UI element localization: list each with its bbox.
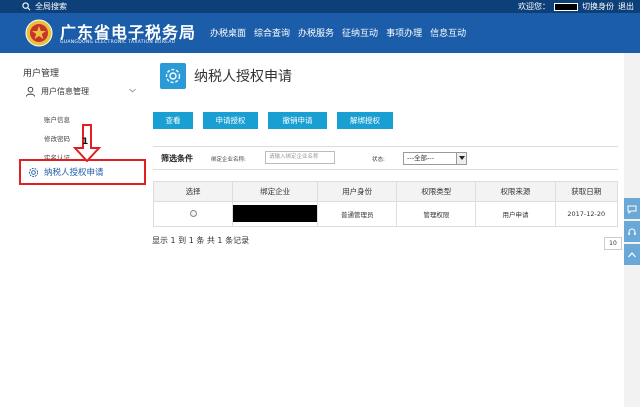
column-header-source: 权限来源 [475, 181, 556, 202]
view-button[interactable]: 查看 [153, 112, 193, 129]
page-title: 纳税人授权申请 [194, 69, 292, 85]
tax-emblem-icon[interactable] [24, 18, 54, 48]
identity-cell: 普通管理员 [317, 201, 398, 227]
user-area: 欢迎您： 切换身份 退出 [518, 1, 634, 12]
column-header-permission-type: 权限类型 [396, 181, 477, 202]
nav-item[interactable]: 征纳互动 [342, 26, 378, 39]
status-select-value: ---全部--- [407, 154, 435, 162]
sidebar-title: 用户管理 [23, 69, 60, 79]
sidebar-item-change-password[interactable]: 修改密码 [44, 133, 70, 143]
select-cell [152, 201, 234, 227]
chevron-up-icon [628, 251, 636, 257]
status-select[interactable]: ---全部--- [403, 152, 467, 165]
enterprise-redacted [233, 204, 318, 222]
nav-item[interactable]: 事项办理 [386, 26, 422, 39]
brand-subtitle: GUANGDONG ELECTRONIC TAXATION BUREAU [60, 40, 176, 45]
enterprise-cell [232, 201, 319, 227]
chat-icon [627, 205, 637, 214]
enterprise-name-input[interactable]: 请输入绑定企业名称 [265, 151, 335, 164]
page-size-select[interactable]: 10 [604, 237, 622, 250]
row-radio[interactable] [189, 209, 197, 217]
cancel-application-button[interactable]: 撤销申请 [268, 112, 327, 129]
gear-icon [165, 68, 181, 84]
switch-identity-link[interactable]: 切换身份 [582, 1, 614, 12]
unbind-authorization-button[interactable]: 解绑授权 [337, 112, 393, 129]
apply-authorization-button[interactable]: 申请授权 [203, 112, 258, 129]
enterprise-name-label: 绑定企业名称: [211, 157, 246, 163]
chat-tool[interactable] [624, 198, 640, 219]
search-icon [22, 2, 31, 11]
welcome-text: 欢迎您： [518, 2, 550, 11]
table-header-row: 选择 绑定企业 用户身份 权限类型 权限来源 获取日期 [152, 181, 618, 202]
sidebar-item-taxpayer-authorization[interactable]: 纳税人授权申请 [19, 159, 146, 185]
main-panel: 纳税人授权申请 查看 申请授权 撤销申请 解绑授权 筛选条件 绑定企业名称: 请… [146, 53, 624, 407]
top-bar: 全局搜索 欢迎您： 切换身份 退出 [0, 0, 640, 13]
sidebar-group-label: 用户信息管理 [41, 87, 89, 96]
logout-link[interactable]: 退出 [618, 1, 634, 12]
chevron-down-icon [129, 88, 136, 93]
table-row[interactable]: 普通管理员 管理权限 用户申请 2017-12-20 [152, 201, 618, 227]
permission-type-cell: 管理权限 [396, 201, 477, 227]
sidebar-item-account-info[interactable]: 账户信息 [44, 114, 70, 124]
pagination-summary: 显示 1 到 1 条 共 1 条记录 [152, 236, 250, 245]
page-icon [160, 63, 186, 89]
column-header-date: 获取日期 [554, 181, 618, 202]
status-label: 状态: [372, 157, 385, 163]
username-redacted [554, 2, 578, 11]
nav-item[interactable]: 综合查询 [254, 26, 290, 39]
filter-label: 筛选条件 [161, 154, 193, 163]
authorization-table: 选择 绑定企业 用户身份 权限类型 权限来源 获取日期 普通管理员 管理权限 用… [152, 181, 618, 227]
column-header-identity: 用户身份 [317, 181, 398, 202]
date-cell: 2017-12-20 [554, 201, 618, 227]
gear-icon [28, 167, 39, 177]
source-cell: 用户申请 [475, 201, 556, 227]
site-header: 广东省电子税务局 GUANGDONG ELECTRONIC TAXATION B… [0, 13, 640, 53]
nav-item[interactable]: 办税服务 [298, 26, 334, 39]
user-icon [25, 86, 36, 97]
headset-icon [628, 228, 636, 235]
main-nav: 办税桌面 综合查询 办税服务 征纳互动 事项办理 信息互动 [210, 26, 466, 39]
global-search[interactable]: 全局搜索 [22, 1, 67, 12]
back-to-top-tool[interactable] [624, 244, 640, 265]
global-search-label: 全局搜索 [35, 2, 67, 11]
column-header-enterprise: 绑定企业 [232, 181, 319, 202]
help-tool[interactable] [624, 221, 640, 242]
nav-item[interactable]: 信息互动 [430, 26, 466, 39]
dropdown-arrow-icon[interactable] [456, 153, 466, 164]
sidebar: 用户管理 用户信息管理 账户信息 修改密码 实名认证 [0, 53, 146, 407]
nav-item[interactable]: 办税桌面 [210, 26, 246, 39]
sidebar-group-user-info[interactable]: 用户信息管理 [25, 86, 141, 97]
filter-bar: 筛选条件 绑定企业名称: 请输入绑定企业名称 状态: ---全部--- [153, 146, 618, 170]
column-header-select: 选择 [152, 181, 234, 202]
floating-toolbar [624, 198, 640, 267]
sidebar-item-active-label: 纳税人授权申请 [44, 168, 104, 178]
annotation-number: 1 [82, 137, 89, 147]
